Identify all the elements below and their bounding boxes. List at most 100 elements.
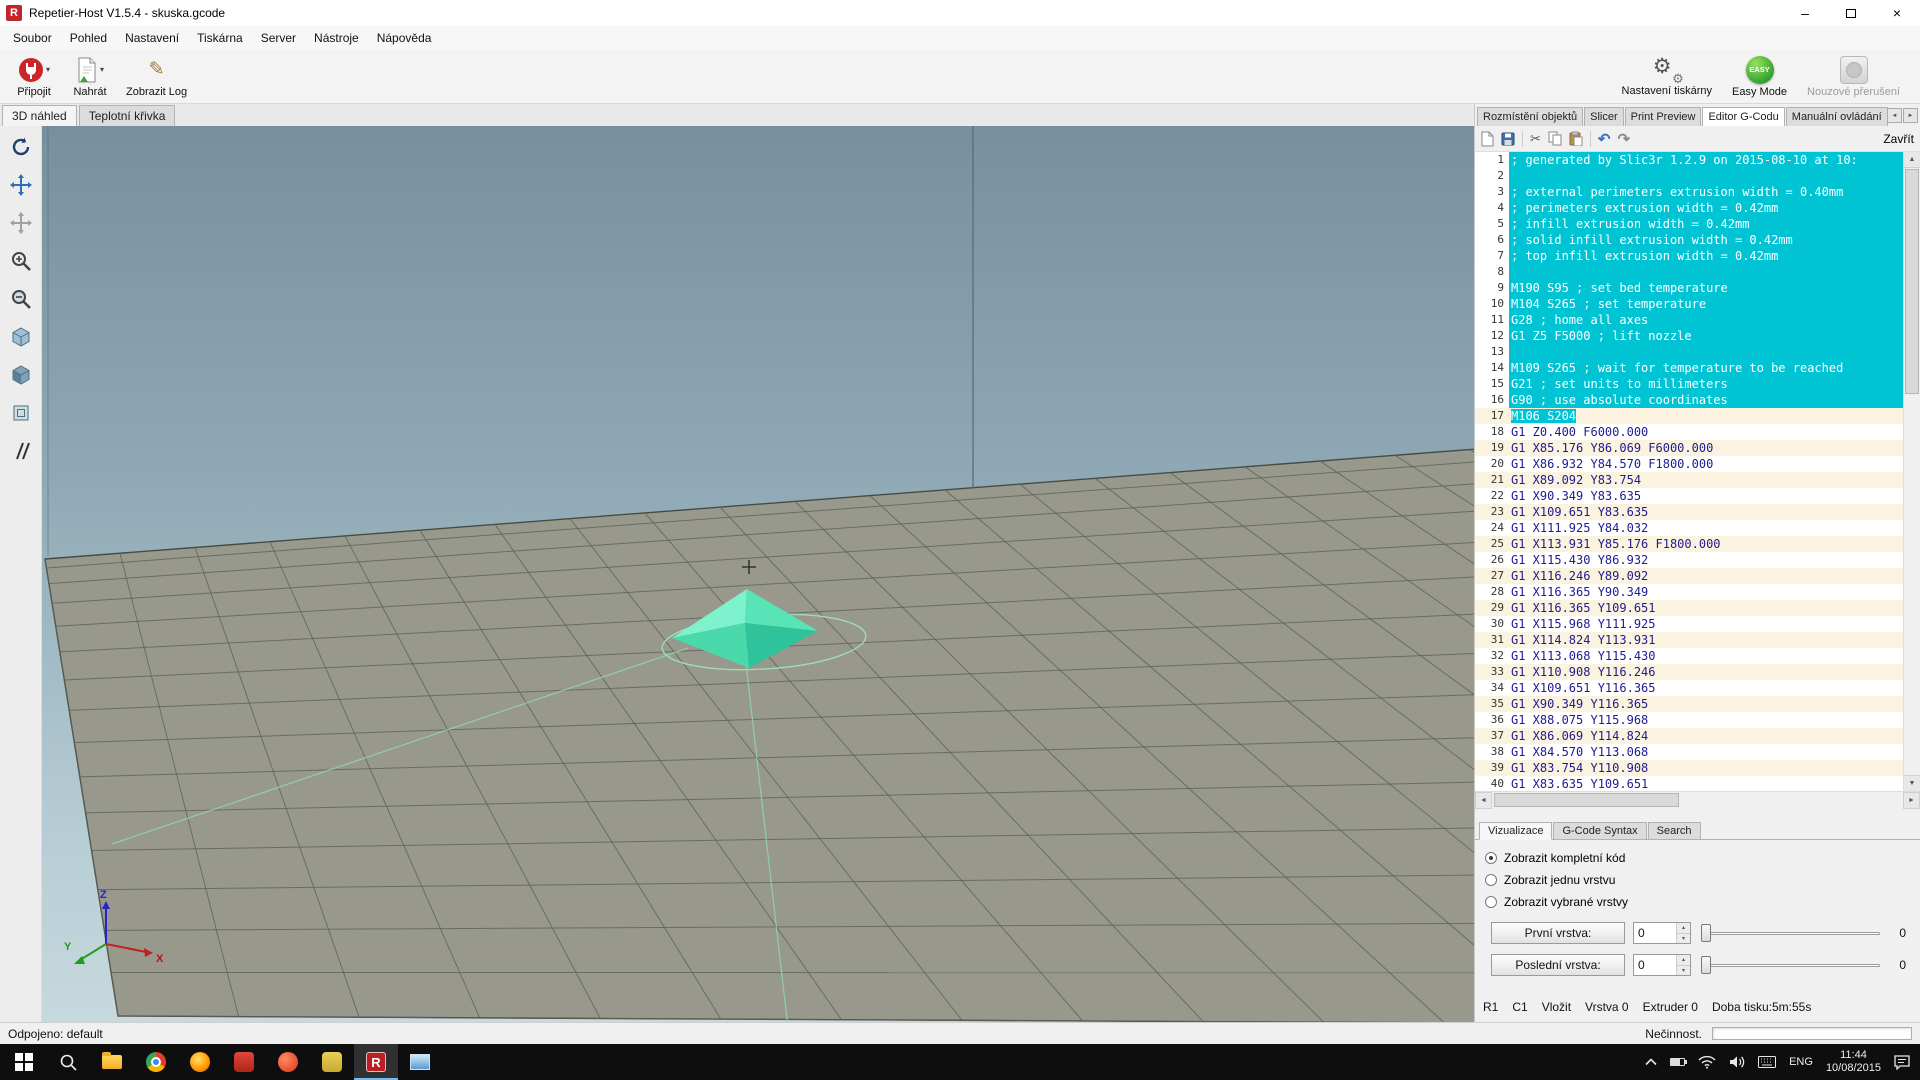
tray-chevron-icon[interactable] [1645,1058,1657,1066]
notification-center-icon[interactable] [1894,1055,1910,1070]
tab-print-preview[interactable]: Print Preview [1625,107,1702,126]
gcode-line-33[interactable]: 33G1 X110.908 Y116.246 [1475,664,1903,680]
view-top-icon[interactable] [8,400,34,426]
hscroll-thumb[interactable] [1494,793,1679,807]
view-front-icon[interactable] [8,362,34,388]
firefox-button[interactable] [178,1044,222,1080]
gcode-line-7[interactable]: 7; top infill extrusion width = 0.42mm [1475,248,1903,264]
gcode-line-40[interactable]: 40G1 X83.635 Y109.651 [1475,776,1903,792]
tab-editor-g-codu[interactable]: Editor G-Codu [1702,107,1784,126]
last-layer-slider[interactable] [1699,954,1882,976]
taskbar-clock[interactable]: 11:44 10/08/2015 [1826,1049,1881,1075]
tab-scroll-left-button[interactable]: ◄ [1887,108,1902,123]
undo-icon[interactable]: ↶ [1598,130,1611,148]
gcode-line-37[interactable]: 37G1 X86.069 Y114.824 [1475,728,1903,744]
gcode-line-17[interactable]: 17M106 S204 [1475,408,1903,424]
gcode-line-29[interactable]: 29G1 X116.365 Y109.651 [1475,600,1903,616]
scroll-right-icon[interactable]: ► [1903,792,1920,809]
tab-manualni-ovladani[interactable]: Manuální ovládání [1786,107,1888,126]
menu-server[interactable]: Server [252,28,305,48]
gcode-line-2[interactable]: 2 [1475,168,1903,184]
gcode-line-39[interactable]: 39G1 X83.754 Y110.908 [1475,760,1903,776]
show-log-button[interactable]: ✎ Zobrazit Log [118,50,195,103]
slider-handle[interactable] [1701,956,1711,974]
gcode-line-1[interactable]: 1; generated by Slic3r 1.2.9 on 2015-08-… [1475,152,1903,168]
cut-icon[interactable]: ✂ [1530,131,1541,147]
copy-icon[interactable] [1548,131,1562,146]
tab-3d-nahled[interactable]: 3D náhled [2,105,77,126]
gcode-editor[interactable]: 1; generated by Slic3r 1.2.9 on 2015-08-… [1475,152,1920,792]
radio-zobrazit-vybrane-vrstvy[interactable]: Zobrazit vybrané vrstvy [1485,892,1912,912]
close-button[interactable]: × [1874,0,1920,26]
app-window-button[interactable] [398,1044,442,1080]
last-layer-spinner[interactable]: 0 ▴ ▾ [1633,954,1691,976]
radio-zobrazit-kompletni-kod[interactable]: Zobrazit kompletní kód [1485,848,1912,868]
editor-close-button[interactable]: Zavřít [1883,132,1914,146]
last-layer-button[interactable]: Poslední vrstva: [1491,954,1625,976]
tab-slicer[interactable]: Slicer [1584,107,1624,126]
gcode-line-19[interactable]: 19G1 X85.176 Y86.069 F6000.000 [1475,440,1903,456]
rotate-view-icon[interactable] [8,134,34,160]
spin-down-icon[interactable]: ▾ [1677,934,1690,944]
gcode-line-8[interactable]: 8 [1475,264,1903,280]
menu-nastroje[interactable]: Nástroje [305,28,368,48]
connect-button[interactable]: ▾ Připojit [6,50,62,103]
view-isometric-icon[interactable] [8,324,34,350]
gcode-line-20[interactable]: 20G1 X86.932 Y84.570 F1800.000 [1475,456,1903,472]
move-viewport-icon[interactable] [8,210,34,236]
app-media-button[interactable] [266,1044,310,1080]
repetier-host-taskbar-button[interactable]: R [354,1044,398,1080]
tab-vizualizace[interactable]: Vizualizace [1479,822,1552,840]
gcode-line-12[interactable]: 12G1 Z5 F5000 ; lift nozzle [1475,328,1903,344]
app-yellow-button[interactable] [310,1044,354,1080]
tab-teplotni-krivka[interactable]: Teplotní křivka [79,105,176,126]
first-layer-value[interactable]: 0 [1634,923,1676,943]
gcode-line-10[interactable]: 10M104 S265 ; set temperature [1475,296,1903,312]
tab-g-code-syntax[interactable]: G-Code Syntax [1553,822,1646,839]
gcode-line-38[interactable]: 38G1 X84.570 Y113.068 [1475,744,1903,760]
scroll-down-icon[interactable]: ▼ [1904,775,1920,791]
radio-dot[interactable] [1485,896,1497,908]
first-layer-slider[interactable] [1699,922,1882,944]
gcode-line-4[interactable]: 4; perimeters extrusion width = 0.42mm [1475,200,1903,216]
gcode-line-11[interactable]: 11G28 ; home all axes [1475,312,1903,328]
tab-search[interactable]: Search [1648,822,1701,839]
minimize-button[interactable]: – [1782,0,1828,26]
editor-horizontal-scrollbar[interactable]: ◄ ► [1475,792,1920,809]
scroll-left-icon[interactable]: ◄ [1475,792,1492,809]
menu-tiskarna[interactable]: Tiskárna [188,28,252,48]
emergency-stop-button[interactable]: Nouzové přerušení [1799,50,1908,103]
slider-handle[interactable] [1701,924,1711,942]
first-layer-button[interactable]: První vrstva: [1491,922,1625,944]
radio-dot[interactable] [1485,852,1497,864]
gcode-line-21[interactable]: 21G1 X89.092 Y83.754 [1475,472,1903,488]
language-indicator[interactable]: ENG [1789,1056,1813,1068]
gcode-line-22[interactable]: 22G1 X90.349 Y83.635 [1475,488,1903,504]
parallel-projection-icon[interactable] [8,438,34,464]
gcode-line-14[interactable]: 14M109 S265 ; wait for temperature to be… [1475,360,1903,376]
battery-icon[interactable] [1670,1058,1685,1066]
file-explorer-button[interactable] [90,1044,134,1080]
connect-dropdown-icon[interactable]: ▾ [46,65,50,74]
menu-pohled[interactable]: Pohled [61,28,116,48]
easy-mode-button[interactable]: EASY Easy Mode [1724,50,1795,103]
save-icon[interactable] [1501,132,1515,146]
menu-napoveda[interactable]: Nápověda [368,28,441,48]
spin-up-icon[interactable]: ▴ [1677,955,1690,966]
gcode-line-9[interactable]: 9M190 S95 ; set bed temperature [1475,280,1903,296]
search-button[interactable] [46,1044,90,1080]
tab-rozmisteni-objektu[interactable]: Rozmístění objektů [1477,107,1583,126]
gcode-line-13[interactable]: 13 [1475,344,1903,360]
gcode-line-31[interactable]: 31G1 X114.824 Y113.931 [1475,632,1903,648]
zoom-in-icon[interactable] [8,248,34,274]
gcode-line-35[interactable]: 35G1 X90.349 Y116.365 [1475,696,1903,712]
first-layer-spinner[interactable]: 0 ▴ ▾ [1633,922,1691,944]
radio-dot[interactable] [1485,874,1497,886]
gcode-line-34[interactable]: 34G1 X109.651 Y116.365 [1475,680,1903,696]
gcode-line-30[interactable]: 30G1 X115.968 Y111.925 [1475,616,1903,632]
touch-keyboard-icon[interactable] [1758,1056,1776,1068]
load-dropdown-icon[interactable]: ▾ [100,65,104,74]
printer-settings-button[interactable]: ⚙⚙ Nastavení tiskárny [1614,50,1720,103]
gcode-line-16[interactable]: 16G90 ; use absolute coordinates [1475,392,1903,408]
spin-up-icon[interactable]: ▴ [1677,923,1690,934]
